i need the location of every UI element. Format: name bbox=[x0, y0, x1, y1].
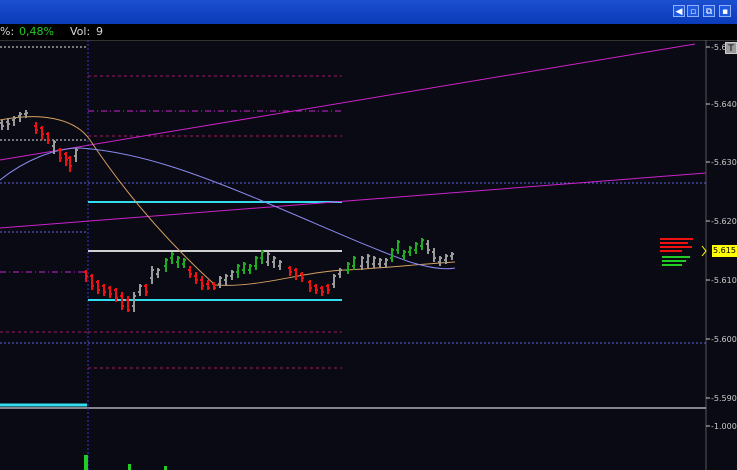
scale-toggle-button[interactable]: T bbox=[725, 42, 737, 54]
trend-line-lower[interactable] bbox=[0, 172, 707, 229]
back-icon[interactable]: ◀ bbox=[673, 5, 685, 17]
price-axis: -5.6 -5.640 -5.630 -5.620 -5.610 -5.600 … bbox=[706, 43, 737, 431]
trend-line-upper[interactable] bbox=[0, 43, 696, 161]
change-prefix: %: bbox=[0, 25, 15, 38]
price-tick-label: -5.590 bbox=[711, 394, 737, 403]
price-chart[interactable]: -5.6 -5.640 -5.630 -5.620 -5.610 -5.600 … bbox=[0, 40, 737, 470]
window-titlebar: ◀ ▫ ⧉ ▪ bbox=[0, 0, 737, 24]
current-price-tag: 5.615 bbox=[712, 245, 737, 257]
depth-bars bbox=[660, 238, 693, 266]
price-tick-label: -5.620 bbox=[711, 217, 737, 226]
price-tick-label: -5.610 bbox=[711, 276, 737, 285]
volume-label: Vol: bbox=[70, 25, 91, 38]
volume-tick-label: -1.000 bbox=[711, 422, 737, 431]
close-icon[interactable]: ▪ bbox=[719, 5, 731, 17]
volume-value: 9 bbox=[96, 25, 103, 38]
price-tick-label: -5.600 bbox=[711, 335, 737, 344]
current-price-arrow-icon bbox=[701, 245, 707, 257]
volume-bars bbox=[84, 455, 167, 470]
price-tick-label: -5.630 bbox=[711, 158, 737, 167]
restore-icon[interactable]: ▫ bbox=[687, 5, 699, 17]
price-tick-label: -5.640 bbox=[711, 100, 737, 109]
change-value: 0,48% bbox=[19, 25, 54, 38]
quote-info-bar: %: 0,48% Vol: 9 bbox=[0, 24, 737, 41]
maximize-icon[interactable]: ⧉ bbox=[703, 5, 715, 17]
